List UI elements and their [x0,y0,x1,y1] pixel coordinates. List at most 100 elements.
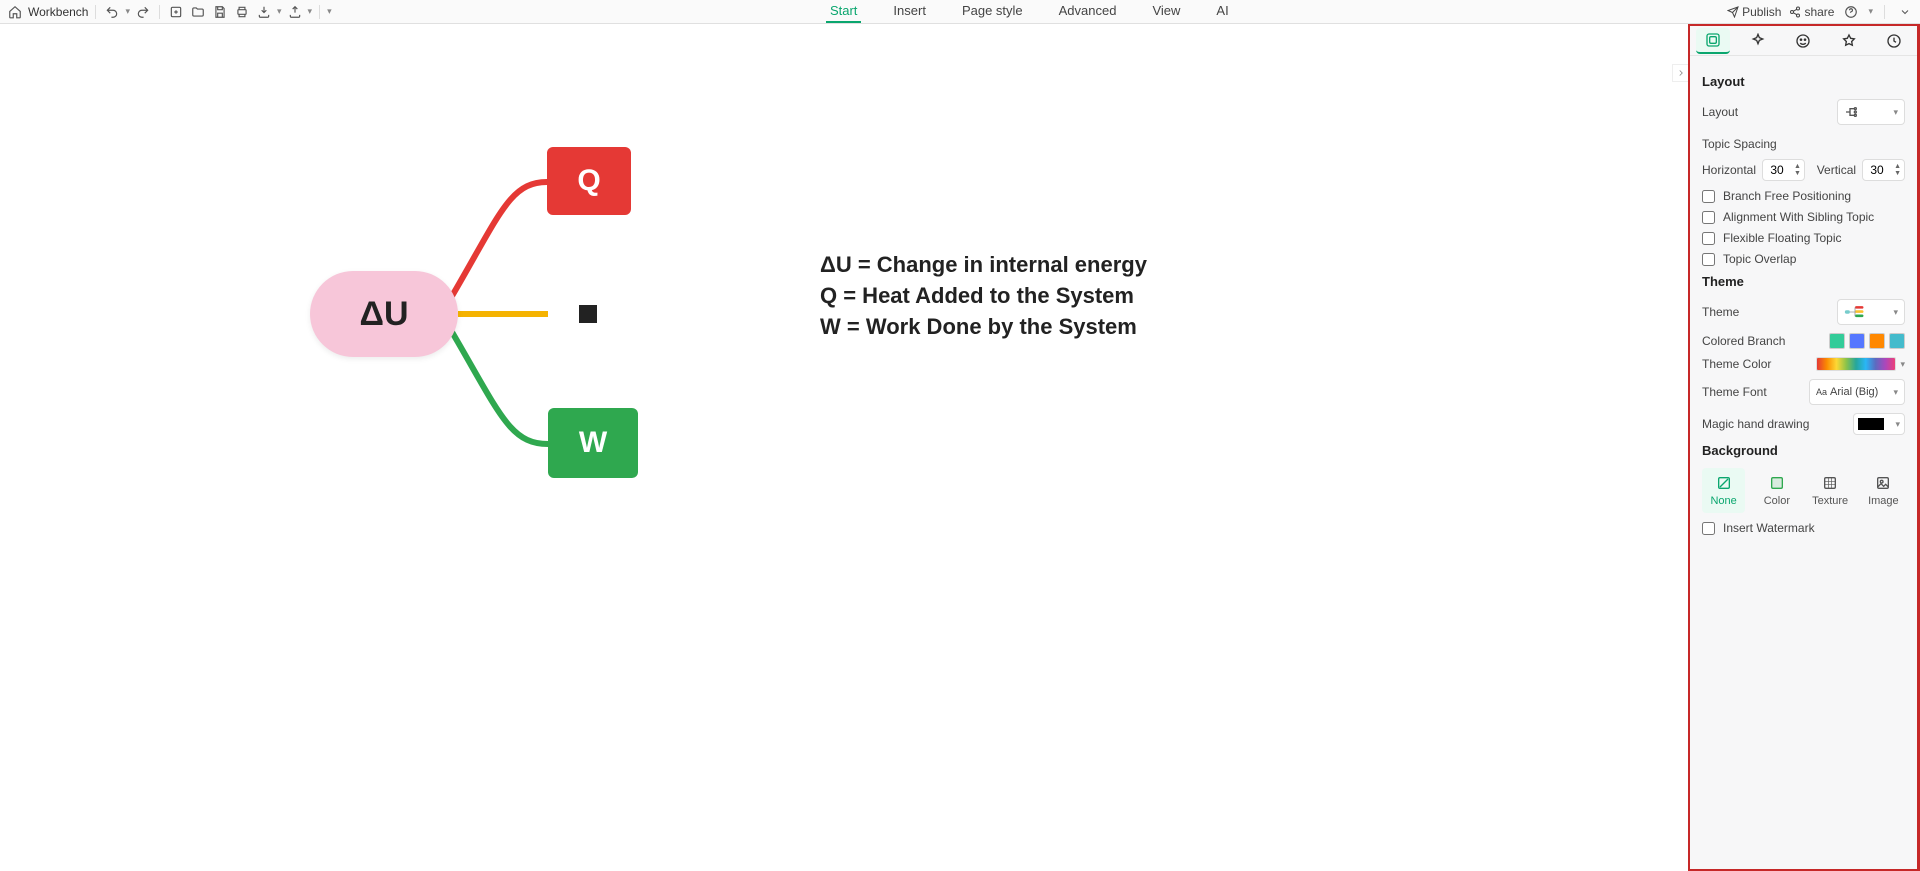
color-chip [1858,418,1884,430]
right-panel: Layout Layout ▾ Topic Spacing Horizontal… [1688,24,1920,871]
open-folder-icon[interactable] [189,3,207,21]
bg-option-color[interactable]: Color [1755,468,1798,513]
background-options: None Color Texture Image [1702,468,1905,513]
branch-swatch-1[interactable] [1829,333,1845,349]
publish-button[interactable]: Publish [1727,5,1781,19]
home-icon[interactable] [6,3,24,21]
label-magic-hand: Magic hand drawing [1702,417,1809,431]
bg-option-none[interactable]: None [1702,468,1745,513]
separator [319,5,320,19]
node-minus[interactable] [579,305,597,323]
workbench-link[interactable]: Workbench [28,5,88,19]
checkbox[interactable] [1702,211,1715,224]
branch-swatch-4[interactable] [1889,333,1905,349]
chevron-down-icon: ▾ [1895,419,1900,430]
redo-icon[interactable] [134,3,152,21]
panel-tab-history-icon[interactable] [1877,28,1911,54]
label-topic-spacing: Topic Spacing [1702,137,1905,151]
node-w[interactable]: W [548,408,638,478]
canvas[interactable]: ΔU Q W ΔU = Change in internal energy Q … [0,24,1688,871]
theme-color-picker[interactable]: ▾ [1816,357,1905,371]
label-theme-font: Theme Font [1702,385,1767,399]
node-q[interactable]: Q [547,147,631,215]
check-label: Flexible Floating Topic [1723,231,1842,245]
save-icon[interactable] [211,3,229,21]
font-value: Arial (Big) [1830,386,1878,398]
bg-option-image[interactable]: Image [1862,468,1905,513]
section-title-layout: Layout [1702,74,1905,89]
undo-icon[interactable] [103,3,121,21]
check-insert-watermark[interactable]: Insert Watermark [1702,521,1905,535]
horizontal-spacing-input[interactable]: ▲▼ [1762,159,1805,181]
branch-swatch-3[interactable] [1869,333,1885,349]
export-icon[interactable] [255,3,273,21]
magic-hand-color-picker[interactable]: ▾ [1853,413,1905,435]
publish-label: Publish [1742,5,1781,19]
colored-branch-swatches [1829,333,1905,349]
import-menu-caret[interactable]: ▾ [308,6,313,17]
menu-bar: Start Insert Page style Advanced View AI [332,0,1727,23]
section-title-theme: Theme [1702,274,1905,289]
new-file-icon[interactable] [167,3,185,21]
branch-swatch-2[interactable] [1849,333,1865,349]
separator [95,5,96,19]
export-menu-caret[interactable]: ▾ [277,6,282,17]
checkbox[interactable] [1702,190,1715,203]
panel-collapse-handle[interactable] [1672,64,1688,82]
menu-view[interactable]: View [1148,0,1184,23]
panel-tab-emoji-icon[interactable] [1786,28,1820,54]
label-colored-branch: Colored Branch [1702,334,1785,348]
panel-tab-ai-icon[interactable] [1741,28,1775,54]
check-label: Insert Watermark [1723,521,1815,535]
share-button[interactable]: share [1789,5,1834,19]
print-icon[interactable] [233,3,251,21]
checkbox[interactable] [1702,232,1715,245]
vertical-spacing-value[interactable] [1863,163,1891,177]
color-icon [1769,475,1785,491]
checkbox[interactable] [1702,253,1715,266]
layout-tree-icon [1844,106,1860,118]
section-title-background: Background [1702,443,1905,458]
menu-advanced[interactable]: Advanced [1055,0,1121,23]
vertical-spacing-input[interactable]: ▲▼ [1862,159,1905,181]
chevron-down-icon: ▾ [1893,107,1898,118]
theme-font-selector[interactable]: AaArial (Big) ▾ [1809,379,1905,405]
menu-ai[interactable]: AI [1212,0,1232,23]
legend-text[interactable]: ΔU = Change in internal energy Q = Heat … [820,250,1147,342]
label-layout: Layout [1702,105,1738,119]
chevron-down-icon: ▾ [1893,307,1898,318]
menu-insert[interactable]: Insert [889,0,930,23]
check-topic-overlap[interactable]: Topic Overlap [1702,252,1905,266]
check-flexible-floating[interactable]: Flexible Floating Topic [1702,231,1905,245]
image-icon [1875,475,1891,491]
undo-menu-caret[interactable]: ▾ [125,6,130,17]
share-label: share [1804,5,1834,19]
menu-page-style[interactable]: Page style [958,0,1027,23]
help-icon[interactable] [1842,3,1860,21]
separator [159,5,160,19]
legend-line-1: ΔU = Change in internal energy [820,250,1147,281]
theme-color-bar [1816,357,1896,371]
bg-label: Texture [1812,495,1848,507]
bg-option-texture[interactable]: Texture [1809,468,1852,513]
check-label: Branch Free Positioning [1723,189,1851,203]
check-branch-free[interactable]: Branch Free Positioning [1702,189,1905,203]
legend-line-2: Q = Heat Added to the System [820,281,1147,312]
panel-tab-layout-icon[interactable] [1696,28,1730,54]
check-align-sibling[interactable]: Alignment With Sibling Topic [1702,210,1905,224]
horizontal-spacing-value[interactable] [1763,163,1791,177]
help-menu-caret[interactable]: ▾ [1868,6,1873,17]
label-theme: Theme [1702,305,1739,319]
node-root[interactable]: ΔU [310,271,458,357]
theme-selector[interactable]: ▾ [1837,299,1905,325]
import-icon[interactable] [286,3,304,21]
checkbox[interactable] [1702,522,1715,535]
top-toolbar: Workbench ▾ ▾ ▾ ▾ Start Insert Page styl… [0,0,1920,24]
panel-tab-shape-icon[interactable] [1832,28,1866,54]
menu-start[interactable]: Start [826,0,861,23]
collapse-toolbar-icon[interactable] [1896,3,1914,21]
label-vertical: Vertical [1817,163,1856,177]
main: ΔU Q W ΔU = Change in internal energy Q … [0,24,1920,871]
layout-selector[interactable]: ▾ [1837,99,1905,125]
toolbar-right: Publish share ▾ [1727,3,1914,21]
